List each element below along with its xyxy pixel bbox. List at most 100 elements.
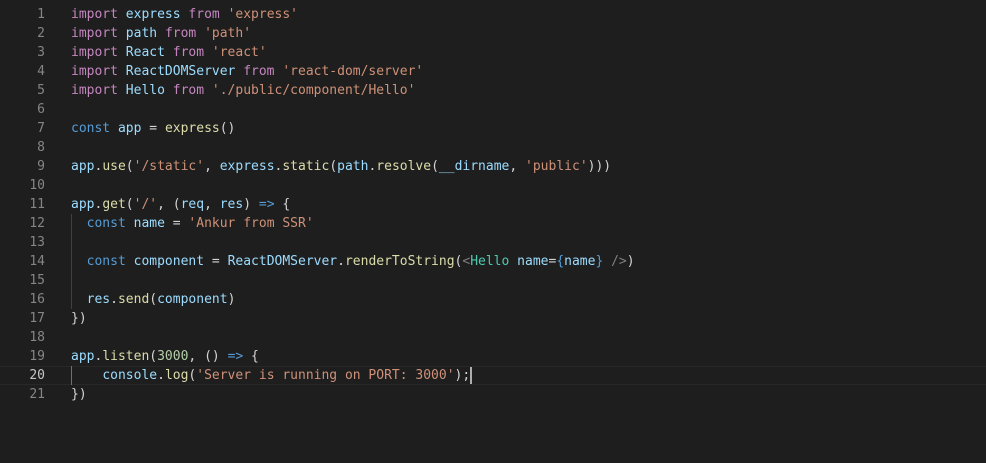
- code-line[interactable]: 15: [0, 271, 986, 290]
- code-token: Hello: [470, 254, 510, 269]
- code-line[interactable]: 13: [0, 233, 986, 252]
- code-token: 'public': [525, 159, 588, 174]
- code-line[interactable]: 4 import ReactDOMServer from 'react-dom/s…: [0, 62, 986, 81]
- code-token: express: [125, 7, 181, 22]
- code-token: const: [86, 216, 126, 231]
- code-text: import path from 'path': [71, 24, 251, 43]
- code-line[interactable]: 17}): [0, 309, 986, 328]
- code-line[interactable]: 20 console.log('Server is running on POR…: [0, 366, 986, 385]
- line-number: 3: [37, 45, 45, 60]
- indent-guide: [71, 252, 72, 271]
- code-token: 'Ankur from SSR': [188, 216, 314, 231]
- code-text: import Hello from './public/component/He…: [71, 81, 415, 100]
- text-cursor: [470, 367, 473, 384]
- line-number: 7: [37, 121, 45, 136]
- code-token: '/': [133, 197, 158, 212]
- code-token: static: [282, 159, 330, 174]
- code-token: log: [164, 368, 189, 383]
- code-text: res.send(component): [71, 290, 236, 309]
- code-token: app: [117, 121, 142, 136]
- code-token: '/static': [133, 159, 205, 174]
- code-token: (: [125, 159, 134, 174]
- code-token: .: [337, 254, 345, 269]
- code-line[interactable]: 3 import React from 'react': [0, 43, 986, 62]
- code-token: , (): [188, 349, 228, 364]
- code-token: app: [71, 349, 95, 364]
- line-number: 11: [29, 197, 45, 212]
- code-line[interactable]: 2 import path from 'path': [0, 24, 986, 43]
- code-line[interactable]: 6: [0, 100, 986, 119]
- line-number: 2: [37, 26, 45, 41]
- code-line[interactable]: 21}): [0, 385, 986, 404]
- code-editor[interactable]: 1 import express from 'express' 2 import pa…: [0, 0, 986, 463]
- code-line[interactable]: 7 const app = express(): [0, 119, 986, 138]
- code-token: component: [157, 292, 228, 307]
- code-text: }): [71, 385, 87, 404]
- line-number: 16: [29, 292, 45, 307]
- code-line[interactable]: 8: [0, 138, 986, 157]
- code-token: (): [219, 121, 236, 136]
- code-line[interactable]: 9 app.use('/static', express.static(path.…: [0, 157, 986, 176]
- code-token: path: [337, 159, 369, 174]
- code-token: import: [71, 64, 118, 79]
- code-line[interactable]: 14 const component = ReactDOMServer.rend…: [0, 252, 986, 271]
- code-text: import ReactDOMServer from 'react-dom/se…: [71, 62, 423, 81]
- code-token: (: [431, 159, 439, 174]
- code-line[interactable]: 12 const name = 'Ankur from SSR': [0, 214, 986, 233]
- code-token: component: [133, 254, 205, 269]
- code-token: (: [125, 197, 134, 212]
- code-line[interactable]: 18: [0, 328, 986, 347]
- code-token: './public/component/Hello': [211, 83, 416, 98]
- indent-guide: [71, 271, 72, 290]
- code-token: ): [227, 292, 236, 307]
- code-line[interactable]: 1 import express from 'express': [0, 5, 986, 24]
- line-number: 21: [29, 387, 45, 402]
- code-token: app: [71, 159, 95, 174]
- code-token: ,: [204, 197, 220, 212]
- code-line[interactable]: 19 app.listen(3000, () => {: [0, 347, 986, 366]
- code-text: const app = express(): [71, 119, 235, 138]
- code-token: import: [71, 26, 118, 41]
- code-token: import: [71, 83, 118, 98]
- code-token: 3000: [157, 349, 189, 364]
- code-line[interactable]: 11 app.get('/', (req, res) => {: [0, 195, 986, 214]
- code-token: name: [133, 216, 165, 231]
- code-token: path: [125, 26, 158, 41]
- code-token: ): [626, 254, 635, 269]
- code-text: app.use('/static', express.static(path.r…: [71, 157, 611, 176]
- code-token: (: [149, 292, 158, 307]
- code-token: send: [117, 292, 150, 307]
- code-token: {: [243, 349, 259, 364]
- code-token: get: [102, 197, 126, 212]
- code-token: resolve: [376, 159, 432, 174]
- indent-guide: [71, 233, 72, 252]
- code-token: ReactDOMServer: [125, 64, 236, 79]
- code-text: const component = ReactDOMServer.renderT…: [71, 252, 635, 271]
- code-token: =>: [258, 197, 275, 212]
- line-number: 9: [37, 159, 45, 174]
- code-token: ))): [587, 159, 612, 174]
- code-text: import express from 'express': [71, 5, 298, 24]
- code-line[interactable]: 16 res.send(component): [0, 290, 986, 309]
- code-token: =: [141, 121, 165, 136]
- code-text: const name = 'Ankur from SSR': [71, 214, 314, 233]
- line-number: 12: [29, 216, 45, 231]
- line-number: 15: [29, 273, 45, 288]
- code-line[interactable]: 5 import Hello from './public/component/H…: [0, 81, 986, 100]
- code-line[interactable]: 10: [0, 176, 986, 195]
- code-token: express: [219, 159, 275, 174]
- line-number: 6: [37, 102, 45, 117]
- code-token: res: [219, 197, 244, 212]
- code-token: name: [517, 254, 549, 269]
